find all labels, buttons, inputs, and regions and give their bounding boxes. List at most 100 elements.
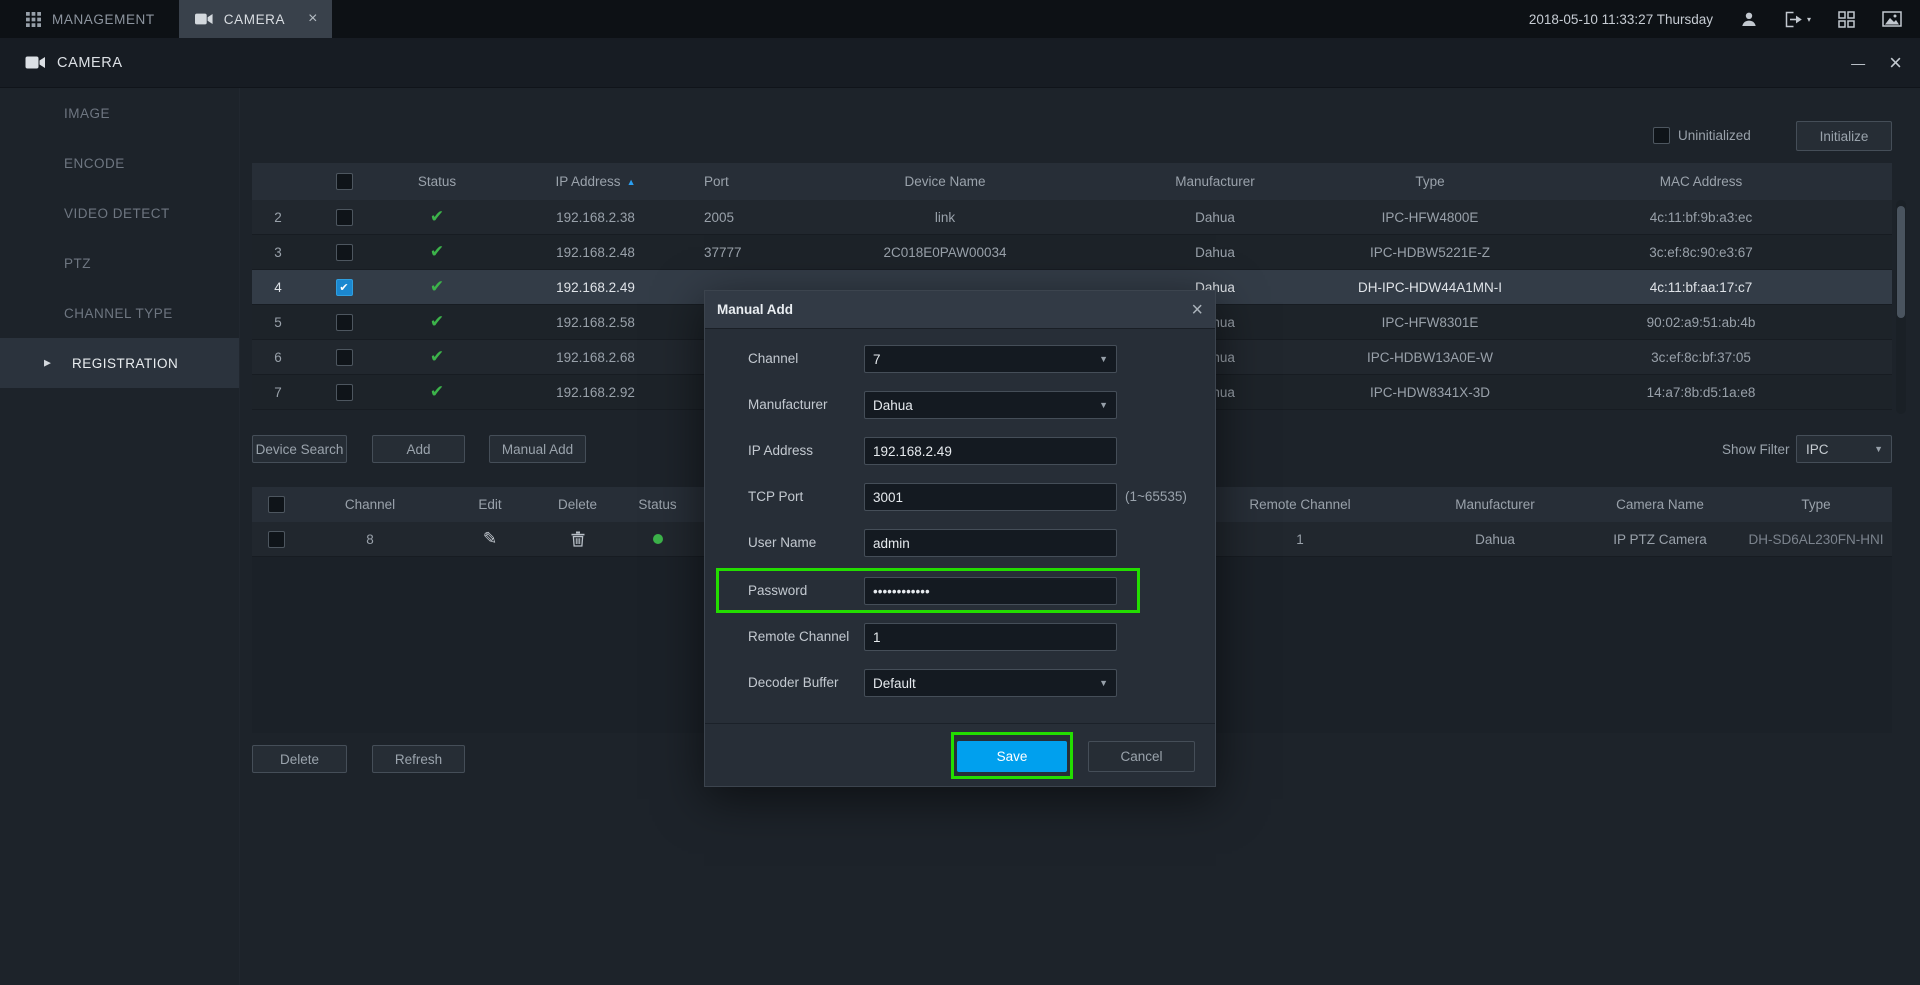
tcp-port-input[interactable] [864,483,1117,511]
scrollbar-thumb[interactable] [1897,206,1905,318]
taskbar-clock: 2018-05-10 11:33:27 Thursday [1529,12,1713,27]
type-cell: IPC-HDBW5221E-Z [1350,235,1510,269]
channel-label: Channel [748,345,798,373]
row-checkbox[interactable] [336,384,353,401]
uninitialized-checkbox[interactable] [1653,127,1670,144]
mac-cell: 4c:11:bf:aa:17:c7 [1510,270,1892,304]
initialize-button[interactable]: Initialize [1796,121,1892,151]
filter-value: IPC [1806,442,1829,457]
ip-cell: 192.168.2.68 [490,340,701,374]
manufacturer-cell: Dahua [1080,200,1350,234]
header-checkbox[interactable] [268,496,285,513]
cancel-button[interactable]: Cancel [1088,741,1195,772]
table-scrollbar[interactable] [1896,200,1906,414]
col-channel: Channel [300,487,440,522]
window-title: CAMERA [57,55,123,71]
close-button[interactable]: × [1889,52,1902,74]
edit-button[interactable]: ✎ [483,529,497,549]
row-checkbox[interactable] [336,314,353,331]
decoder-buffer-value: Default [873,676,916,691]
ip-address-input[interactable] [864,437,1117,465]
apps-grid-icon[interactable] [1838,11,1855,28]
tab-camera[interactable]: CAMERA × [179,0,332,38]
device-name-cell: link [810,200,1080,234]
col-type: Type [1740,487,1892,522]
col-ip-address[interactable]: IP Address▲ [490,163,701,200]
ip-cell: 192.168.2.92 [490,375,701,409]
row-checkbox[interactable] [336,349,353,366]
sidebar-item-image[interactable]: IMAGE [0,88,239,138]
sidebar-item-label: ENCODE [64,156,125,171]
device-name-cell: 2C018E0PAW00034 [810,235,1080,269]
display-icon[interactable] [1882,11,1902,27]
password-label: Password [748,577,807,605]
sidebar-item-registration[interactable]: ▶ REGISTRATION [0,338,239,388]
dialog-close-icon[interactable]: × [1191,300,1203,320]
sidebar-item-ptz[interactable]: PTZ [0,238,239,288]
col-device-name: Device Name [810,163,1080,200]
tab-management-label: MANAGEMENT [52,12,155,27]
remote-channel-cell: 1 [1190,522,1410,556]
delete-button[interactable]: Delete [252,745,347,773]
remote-channel-input[interactable] [864,623,1117,651]
logout-icon[interactable]: ▾ [1785,11,1811,28]
remote-channel-label: Remote Channel [748,623,849,651]
col-mac-address: MAC Address [1510,163,1892,200]
channel-select[interactable]: 7 ▼ [864,345,1117,373]
add-button[interactable]: Add [372,435,465,463]
row-checkbox-checked[interactable]: ✔ [336,279,353,296]
field-ip-address: IP Address [705,437,1215,465]
manual-add-button[interactable]: Manual Add [489,435,586,463]
camera-icon [195,13,213,25]
tcp-port-hint: (1~65535) [1125,483,1187,511]
type-cell: DH-IPC-HDW44A1MN-I [1350,270,1510,304]
col-status: Status [384,163,490,200]
row-checkbox[interactable] [336,209,353,226]
sidebar: IMAGE ENCODE VIDEO DETECT PTZ CHANNEL TY… [0,88,240,985]
type-cell: DH-SD6AL230FN-HNI [1740,522,1892,556]
col-status: Status [615,487,700,522]
ip-cell: 192.168.2.58 [490,305,701,339]
device-search-button[interactable]: Device Search [252,435,347,463]
field-remote-channel: Remote Channel [705,623,1215,651]
ip-cell: 192.168.2.48 [490,235,701,269]
ip-cell: 192.168.2.49 [490,270,701,304]
password-input[interactable] [864,577,1117,605]
show-filter-select[interactable]: IPC ▼ [1796,435,1892,463]
delete-row-button[interactable] [571,531,585,547]
row-number: 2 [252,200,304,234]
tab-management[interactable]: MANAGEMENT [0,0,179,38]
row-checkbox[interactable] [336,244,353,261]
tab-close-icon[interactable]: × [308,11,318,27]
status-check-icon: ✔ [430,242,444,262]
device-table-header: Status IP Address▲ Port Device Name Manu… [252,163,1892,200]
status-check-icon: ✔ [430,207,444,227]
table-row[interactable]: 2 ✔ 192.168.2.38 2005 link Dahua IPC-HFW… [252,200,1892,235]
type-cell: IPC-HDW8341X-3D [1350,375,1510,409]
type-cell: IPC-HFW8301E [1350,305,1510,339]
sidebar-item-encode[interactable]: ENCODE [0,138,239,188]
sidebar-item-video-detect[interactable]: VIDEO DETECT [0,188,239,238]
dialog-titlebar: Manual Add × [705,291,1215,329]
window-camera-icon [25,56,46,69]
refresh-button[interactable]: Refresh [372,745,465,773]
header-checkbox[interactable] [336,173,353,190]
row-checkbox[interactable] [268,531,285,548]
sidebar-item-channel-type[interactable]: CHANNEL TYPE [0,288,239,338]
chevron-down-icon: ▼ [1099,678,1108,688]
minimize-button[interactable]: — [1851,55,1865,71]
username-input[interactable] [864,529,1117,557]
decoder-buffer-select[interactable]: Default ▼ [864,669,1117,697]
chevron-down-icon: ▼ [1099,400,1108,410]
window-titlebar: CAMERA — × [0,38,1920,88]
chevron-down-icon: ▼ [1099,354,1108,364]
save-button[interactable]: Save [957,741,1067,772]
manufacturer-select[interactable]: Dahua ▼ [864,391,1117,419]
manufacturer-cell: Dahua [1410,522,1580,556]
channel-value: 7 [873,352,881,367]
table-row[interactable]: 3 ✔ 192.168.2.48 37777 2C018E0PAW00034 D… [252,235,1892,270]
tab-camera-label: CAMERA [224,12,285,27]
user-icon[interactable] [1740,10,1758,28]
status-check-icon: ✔ [430,312,444,332]
screen: MANAGEMENT CAMERA × 2018-05-10 11:33:27 … [0,0,1920,985]
